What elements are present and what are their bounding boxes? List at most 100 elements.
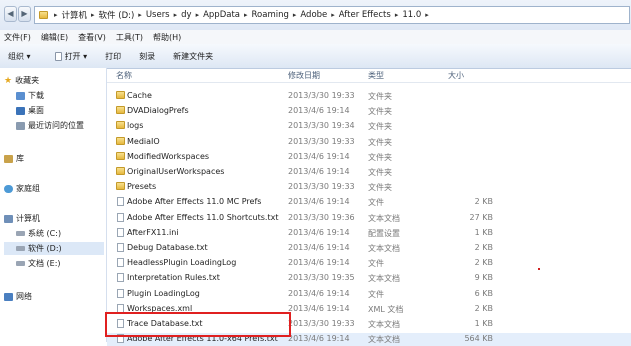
file-name: Adobe After Effects 11.0 MC Prefs	[127, 197, 262, 207]
sidebar-item-label: 下载	[28, 91, 44, 100]
red-dot-mark	[538, 268, 540, 270]
file-row[interactable]: Debug Database.txt 2013/4/6 19:14 文本文档 2 KB	[107, 242, 631, 255]
header-divider	[107, 82, 631, 83]
file-row[interactable]: logs 2013/3/30 19:34 文件夹	[107, 120, 631, 133]
organize-button[interactable]: 组织 ▾	[8, 51, 31, 62]
menu-tools[interactable]: 工具(T)	[116, 32, 143, 43]
file-type: 文本文档	[368, 274, 400, 284]
menu-file[interactable]: 文件(F)	[4, 32, 31, 43]
chevron-right-icon: ▸	[394, 11, 399, 19]
menu-edit[interactable]: 编辑(E)	[41, 32, 68, 43]
chevron-right-icon: ▸	[244, 11, 248, 19]
file-name: MediaIO	[127, 136, 160, 146]
sidebar-item-homegroup[interactable]: 家庭组	[4, 182, 110, 195]
document-icon	[54, 51, 62, 61]
forward-button[interactable]: ▶	[18, 6, 31, 22]
folder-icon	[116, 106, 125, 115]
file-type: XML 文档	[368, 304, 404, 314]
sidebar-item-label: 系统 (C:)	[28, 229, 62, 238]
drive-icon	[16, 261, 25, 266]
new-folder-button[interactable]: 新建文件夹	[173, 51, 213, 62]
file-date: 2013/4/6 19:14	[288, 151, 350, 161]
column-header-type[interactable]: 类型	[368, 68, 384, 82]
file-size: 6 KB	[474, 288, 493, 298]
menu-view[interactable]: 查看(V)	[78, 32, 106, 43]
folder-icon	[116, 182, 125, 191]
file-name: Cache	[127, 91, 152, 100]
breadcrumb-drive-d[interactable]: 软件 (D:)	[99, 9, 135, 21]
file-row[interactable]: DVADialogPrefs 2013/4/6 19:14 文件夹	[107, 105, 631, 118]
file-type: 文件夹	[368, 107, 392, 117]
file-size: 1 KB	[474, 319, 493, 328]
file-date: 2013/4/6 19:14	[288, 106, 350, 116]
desktop-icon	[16, 106, 25, 115]
breadcrumb-roaming[interactable]: Roaming	[252, 10, 289, 20]
breadcrumb-version[interactable]: 11.0	[402, 10, 421, 20]
file-date: 2013/4/6 19:14	[288, 258, 350, 268]
address-bar[interactable]: ▸ 计算机 ▸ 软件 (D:) ▸ Users ▸ dy ▸ AppData ▸…	[34, 6, 630, 24]
column-header-date[interactable]: 修改日期	[288, 68, 320, 82]
file-type: 文件夹	[368, 92, 392, 101]
homegroup-icon	[4, 184, 13, 193]
breadcrumb-users[interactable]: Users	[146, 10, 170, 20]
file-row[interactable]: Adobe After Effects 11.0 Shortcuts.txt 20…	[107, 212, 631, 225]
menu-bar: 文件(F) 编辑(E) 查看(V) 工具(T) 帮助(H)	[0, 30, 631, 44]
back-button[interactable]: ◀	[4, 6, 17, 22]
file-row[interactable]: AfterFX11.ini 2013/4/6 19:14 配置设置 1 KB	[107, 227, 631, 240]
breadcrumb-appdata[interactable]: AppData	[203, 10, 240, 20]
menu-help[interactable]: 帮助(H)	[153, 32, 181, 43]
file-date: 2013/4/6 19:14	[288, 303, 350, 313]
chevron-right-icon: ▸	[331, 11, 335, 19]
sidebar-item-libraries[interactable]: 库	[4, 152, 110, 165]
breadcrumb-computer[interactable]: 计算机	[62, 9, 88, 21]
burn-button[interactable]: 刻录	[139, 51, 155, 62]
folder-icon	[39, 11, 48, 19]
file-row[interactable]: Plugin LoadingLog 2013/4/6 19:14 文件 6 KB	[107, 288, 631, 301]
sidebar-item-computer[interactable]: 计算机	[4, 212, 110, 225]
sidebar-item-network[interactable]: 网络	[4, 290, 110, 303]
breadcrumb-after-effects[interactable]: After Effects	[339, 10, 391, 20]
sidebar-item-label: 家庭组	[16, 184, 40, 193]
file-row[interactable]: Interpretation Rules.txt 2013/3/30 19:35 文…	[107, 272, 631, 285]
folder-icon	[116, 167, 125, 175]
chevron-right-icon: ▸	[173, 11, 178, 19]
file-name: DVADialogPrefs	[127, 106, 189, 116]
navigation-pane: ★ 收藏夹 下载 桌面 最近访问的位置 库 家庭组 计算机 系统 (C:) 软件…	[0, 68, 107, 342]
breadcrumb-dy[interactable]: dy	[181, 10, 191, 20]
file-row[interactable]: HeadlessPlugin LoadingLog 2013/4/6 19:14 文…	[107, 257, 631, 270]
file-row[interactable]: Presets 2013/3/30 19:33 文件夹	[107, 181, 631, 194]
file-size: 2 KB	[474, 243, 493, 252]
document-icon	[117, 197, 124, 207]
file-row[interactable]: OriginalUserWorkspaces 2013/4/6 19:14 文件夹	[107, 166, 631, 179]
file-date: 2013/3/30 19:33	[288, 319, 355, 328]
chevron-right-icon: ▸	[195, 11, 200, 19]
address-bar-area: ◀ ▶ ▸ 计算机 ▸ 软件 (D:) ▸ Users ▸ dy ▸ AppDa…	[0, 0, 631, 31]
file-name: AfterFX11.ini	[127, 227, 179, 237]
file-row[interactable]: MediaIO 2013/3/30 19:33 文件夹	[107, 136, 631, 149]
file-type: 配置设置	[368, 228, 400, 238]
file-name: Debug Database.txt	[127, 243, 208, 252]
sidebar-item-drive-d[interactable]: 软件 (D:)	[4, 242, 104, 255]
file-size: 2 KB	[474, 303, 493, 313]
file-row[interactable]: ModifiedWorkspaces 2013/4/6 19:14 文件夹	[107, 151, 631, 164]
file-type: 文本文档	[368, 335, 400, 345]
column-header-name[interactable]: 名称	[116, 68, 132, 82]
file-size: 1 KB	[474, 227, 493, 237]
document-icon	[117, 212, 124, 222]
file-date: 2013/3/30 19:34	[288, 121, 355, 131]
breadcrumb-adobe[interactable]: Adobe	[300, 10, 327, 20]
file-row[interactable]: Cache 2013/3/30 19:33 文件夹	[107, 90, 631, 103]
file-name: Presets	[127, 182, 157, 192]
file-row[interactable]: Adobe After Effects 11.0 MC Prefs 2013/4/…	[107, 196, 631, 209]
open-button[interactable]: 打开 ▾	[54, 51, 87, 62]
file-type: 文本文档	[368, 320, 400, 329]
network-icon	[4, 292, 13, 301]
file-name: Plugin LoadingLog	[127, 288, 200, 298]
chevron-right-icon: ▸	[292, 11, 297, 19]
sidebar-item-favorites[interactable]: ★ 收藏夹	[4, 74, 110, 87]
column-header-size[interactable]: 大小	[448, 68, 464, 82]
file-date: 2013/4/6 19:14	[288, 197, 350, 207]
file-list: 名称 修改日期 类型 大小 Cache 2013/3/30 19:33 文件夹 DVA…	[107, 68, 631, 346]
print-button[interactable]: 打印	[105, 51, 121, 62]
file-name: ModifiedWorkspaces	[127, 151, 210, 161]
